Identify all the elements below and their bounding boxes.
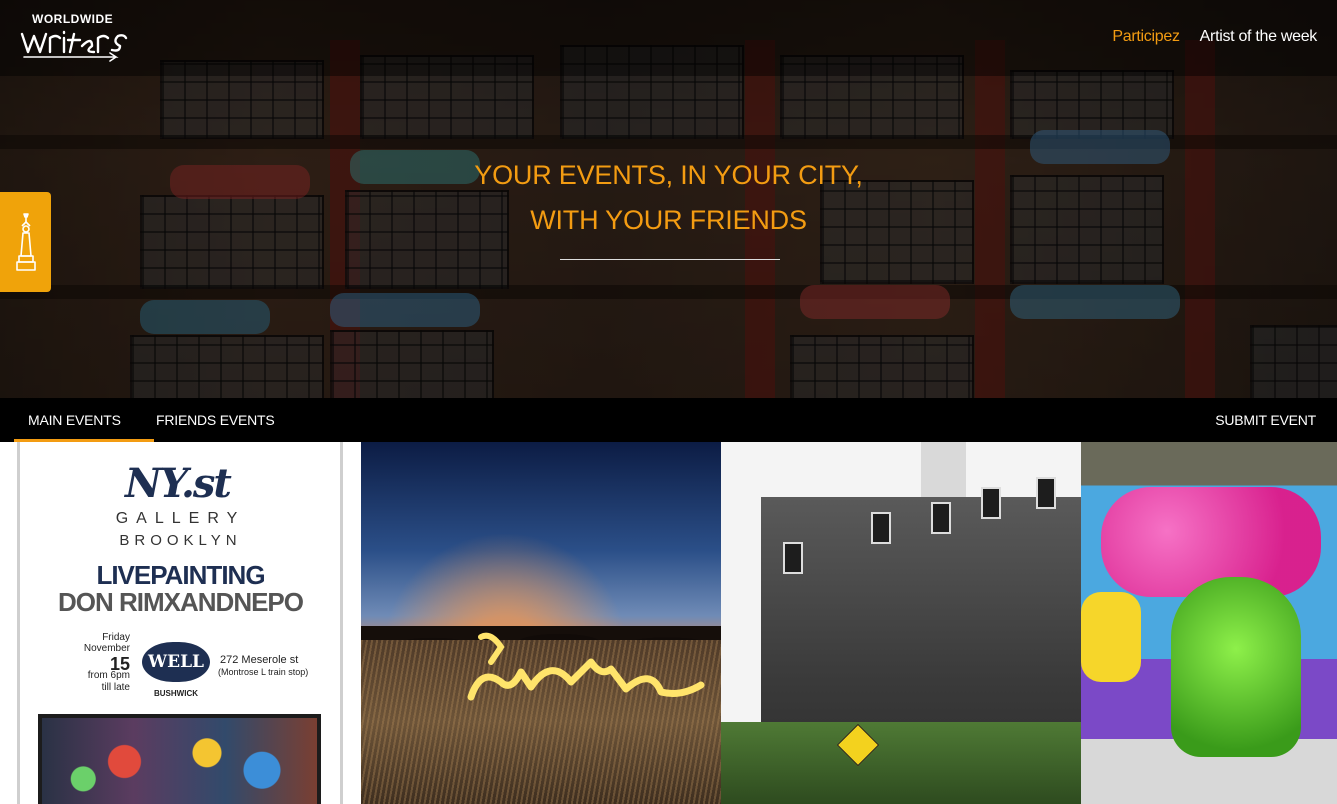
graffiti-yellow-shape [1081, 592, 1141, 682]
venue-address-note: (Montrose L train stop) [218, 667, 309, 677]
mural-window [1036, 477, 1056, 509]
tab-main-events[interactable]: MAIN EVENTS [14, 398, 154, 442]
building-chimney [921, 442, 966, 502]
poster-artwork-image [38, 714, 321, 804]
events-tab-bar: MAIN EVENTS FRIENDS EVENTS SUBMIT EVENT [0, 398, 1337, 442]
nav-artist-of-the-week-link[interactable]: Artist of the week [1200, 28, 1318, 46]
poster-gallery-text: GALLERY [115, 510, 246, 527]
graffiti-green-character [1171, 577, 1301, 757]
poster-brand-logo: NY.st [125, 460, 232, 507]
event-card-home-mural[interactable] [721, 442, 1081, 804]
writers-script-logo-icon [20, 30, 128, 62]
poster-weekday: Friday [102, 632, 130, 643]
poster-time: from 6pm till late [60, 670, 130, 694]
poster-month: November [83, 643, 130, 654]
poster-end-time: till late [101, 682, 130, 693]
venue-subtitle: BUSHWICK [154, 689, 198, 698]
mural-window [931, 502, 951, 534]
top-navigation-bar: WORLDWIDE Participez Artist of the week [0, 0, 1337, 76]
hero-banner: WORLDWIDE Participez Artist of the week [0, 0, 1337, 398]
submit-event-button[interactable]: SUBMIT EVENT [1201, 398, 1330, 442]
poster-title-line2: DON RIMXANDNEPO [57, 587, 304, 617]
foreground-trees [721, 722, 1081, 804]
poster-start-time: from 6pm [87, 670, 130, 681]
logo-wordmark: WORLDWIDE [32, 12, 114, 26]
event-card-nyst-livepainting[interactable]: NY.st GALLERY BROOKLYN LIVEPAINTING DON … [0, 442, 361, 804]
tab-friends-events[interactable]: FRIENDS EVENTS [142, 398, 289, 442]
event-cards-grid: NY.st GALLERY BROOKLYN LIVEPAINTING DON … [0, 442, 1337, 804]
hero-headline-line1: YOUR EVENTS, IN YOUR CITY, [474, 160, 863, 190]
nav-participez-link[interactable]: Participez [1112, 28, 1180, 46]
main-nav: Participez Artist of the week [1112, 28, 1317, 46]
headline-divider [560, 259, 780, 260]
poster-day: Friday November [60, 632, 130, 654]
mural-window [981, 487, 1001, 519]
hero-headline-line2: WITH YOUR FRIENDS [530, 205, 807, 235]
event-card-graffiti-wall[interactable] [1081, 442, 1337, 804]
worldwide-writers-logo[interactable]: WORLDWIDE [20, 10, 128, 66]
mural-window [871, 512, 891, 544]
event-card-light-calligraphy[interactable] [361, 442, 721, 804]
mural-window [783, 542, 803, 574]
venue-logo: WELL [142, 642, 210, 682]
venue-address: 272 Meserole st [220, 654, 299, 666]
poster-city-text: BROOKLYN [119, 532, 242, 549]
light-calligraphy-glyph [467, 632, 705, 701]
hero-headline: YOUR EVENTS, IN YOUR CITY, WITH YOUR FRI… [0, 153, 1337, 243]
